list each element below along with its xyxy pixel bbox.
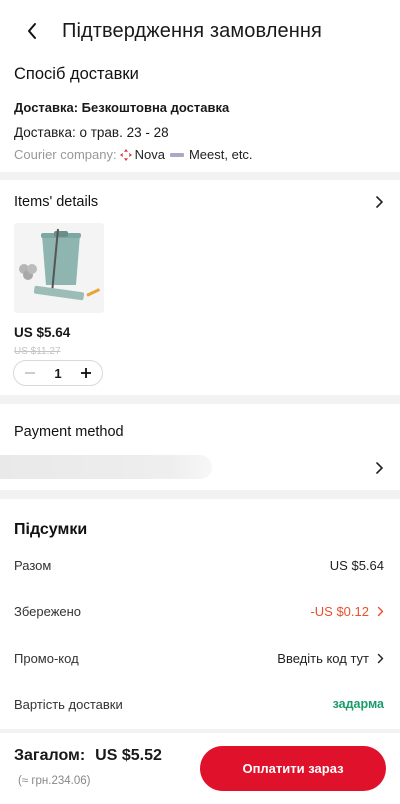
shipping-cost-row: Вартість доставки задарма: [14, 694, 384, 714]
savings-label: Збережено: [14, 603, 82, 619]
back-button[interactable]: [10, 9, 54, 53]
chevron-right-icon: [377, 653, 384, 663]
payment-method-placeholder: [0, 455, 212, 479]
courier-nova: Nova: [134, 147, 165, 162]
savings-value: -US $0.12: [310, 603, 369, 619]
plus-icon: [80, 368, 91, 378]
meest-logo-icon: [169, 152, 184, 157]
promo-code-placeholder: Введіть код тут: [277, 650, 369, 666]
total-approx: (≈ грн.234.06): [18, 775, 91, 787]
item-price: US $5.64: [14, 325, 71, 340]
payment-title: Payment method: [14, 424, 124, 440]
summary-section: Підсумки Разом US $5.64 Збережено -US $0…: [0, 499, 400, 729]
product-image[interactable]: [14, 223, 104, 313]
courier-info: Courier company: Nova Meest, etc.: [14, 147, 253, 162]
page-title: Підтвердження замовлення: [62, 19, 322, 42]
subtotal-label: Разом: [14, 557, 52, 573]
pay-now-button[interactable]: Оплатити зараз: [200, 746, 386, 791]
items-section: Items' details US $5.64 US $11.27 1: [0, 180, 400, 395]
quantity-stepper: 1: [13, 360, 103, 386]
delivery-method: Доставка: Безкоштовна доставка: [14, 100, 230, 115]
shipping-cost-label: Вартість доставки: [14, 696, 123, 712]
top-bar: Підтвердження замовлення: [0, 0, 400, 62]
chevron-right-icon[interactable]: [374, 461, 384, 475]
increase-button[interactable]: [78, 365, 94, 381]
mop-bucket-image: [14, 223, 104, 313]
chevron-right-icon[interactable]: [374, 195, 384, 209]
delivery-title: Спосіб доставки: [14, 65, 139, 83]
courier-label: Courier company:: [14, 147, 117, 162]
delivery-section: Спосіб доставки Доставка: Безкоштовна до…: [0, 62, 400, 172]
total-label: Загалом:: [14, 747, 86, 764]
chevron-right-icon: [377, 606, 384, 616]
nova-poshta-logo-icon: [119, 148, 132, 161]
item-old-price: US $11.27: [14, 346, 61, 357]
subtotal-value: US $5.64: [329, 557, 384, 573]
payment-section[interactable]: Payment method: [0, 404, 400, 490]
decrease-button[interactable]: [22, 365, 38, 381]
chevron-left-icon: [28, 23, 36, 39]
quantity-value: 1: [54, 365, 62, 381]
promo-code-value-wrap: Введіть код тут: [277, 651, 384, 666]
courier-meest: Meest, etc.: [188, 147, 253, 162]
summary-title: Підсумки: [14, 521, 88, 538]
items-title: Items' details: [14, 194, 99, 210]
shipping-cost-value: задарма: [332, 697, 384, 711]
promo-code-label: Промо-код: [14, 650, 79, 666]
minus-icon: [25, 372, 35, 374]
savings-row[interactable]: Збережено -US $0.12: [14, 601, 384, 621]
savings-value-wrap: -US $0.12: [310, 604, 384, 619]
delivery-date: Доставка: о трав. 23 - 28: [14, 125, 169, 140]
promo-code-row[interactable]: Промо-код Введіть код тут: [14, 648, 384, 668]
subtotal-row: Разом US $5.64: [14, 555, 384, 575]
checkout-bar: Загалом: US $5.52 (≈ грн.234.06) Оплатити…: [0, 733, 400, 804]
total: Загалом: US $5.52: [14, 747, 162, 765]
total-amount: US $5.52: [95, 747, 162, 764]
